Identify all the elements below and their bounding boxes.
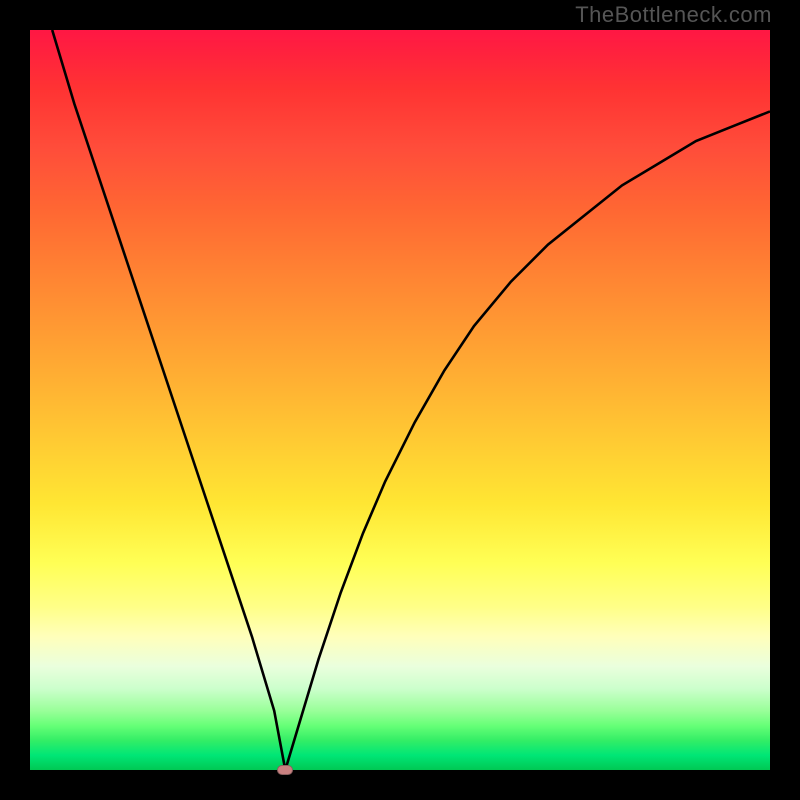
bottleneck-curve bbox=[52, 30, 770, 770]
chart-plot-area bbox=[30, 30, 770, 770]
optimal-point-marker bbox=[277, 765, 293, 775]
watermark-text: TheBottleneck.com bbox=[575, 2, 772, 28]
curve-svg bbox=[30, 30, 770, 770]
